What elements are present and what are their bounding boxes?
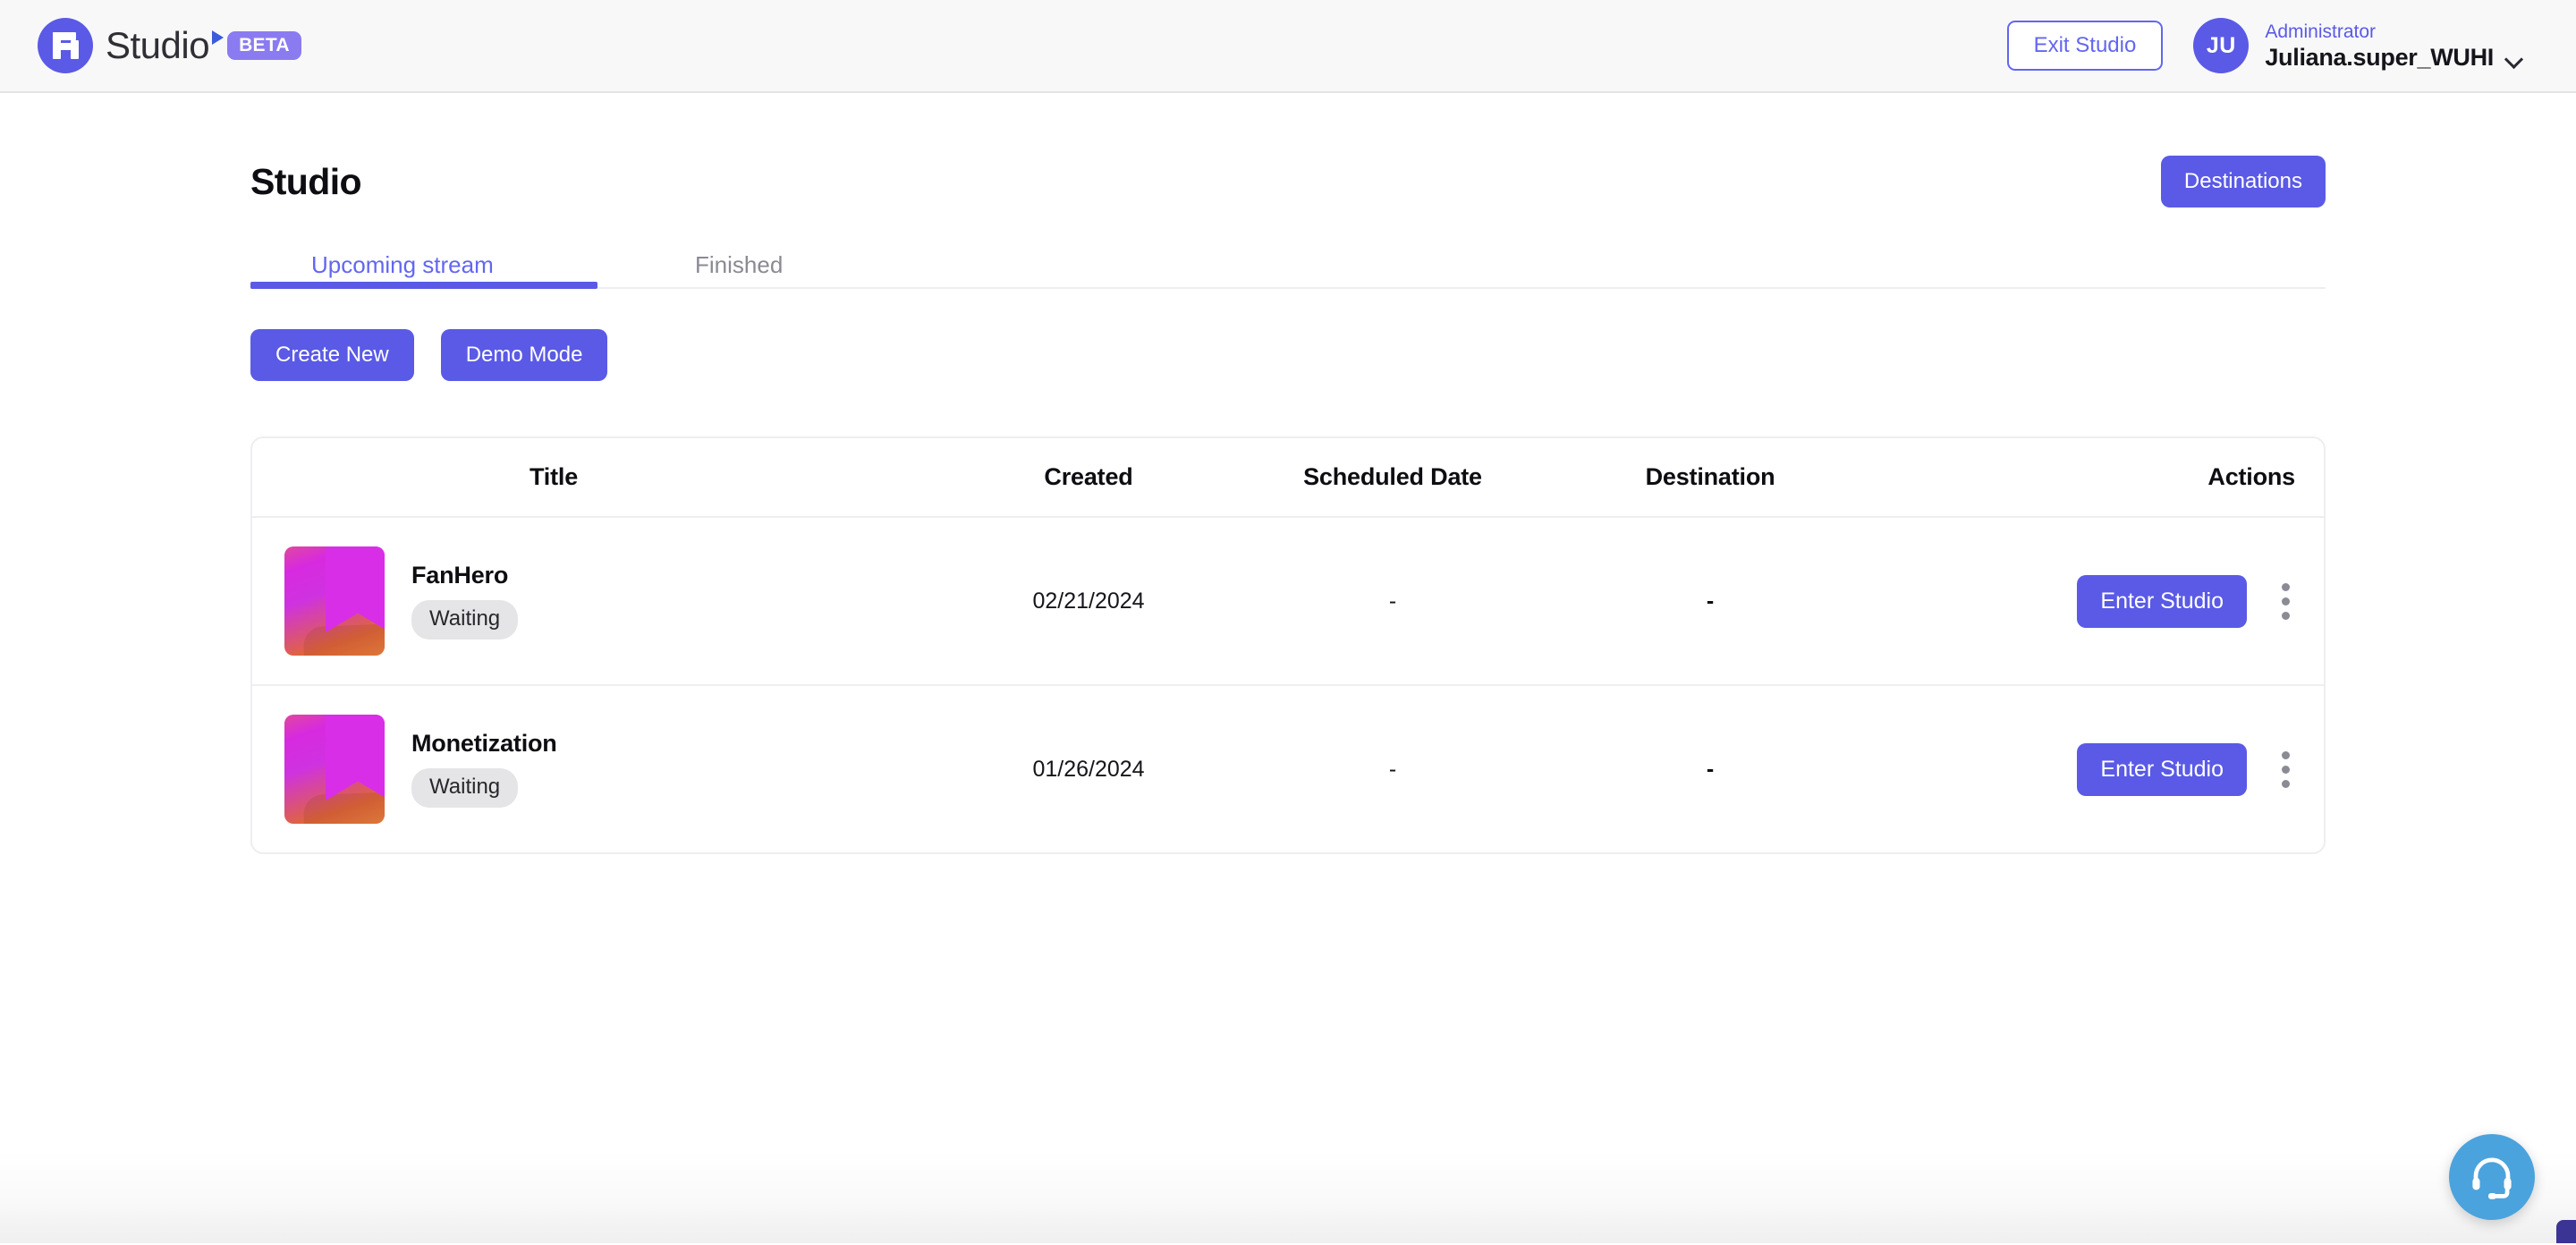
brand-wordmark: Studio — [106, 24, 224, 66]
page-body: Studio Destinations Upcoming stream Fini… — [0, 93, 2576, 1243]
more-options-icon[interactable] — [2270, 744, 2301, 794]
cell-scheduled-date: - — [1236, 517, 1549, 685]
headset-icon — [2472, 1157, 2512, 1199]
user-meta: Administrator Juliana.super_WUHI — [2265, 21, 2524, 72]
fanhero-logo-icon — [38, 18, 93, 73]
stream-title: Monetization — [411, 729, 557, 757]
corner-marker — [2556, 1220, 2576, 1243]
stream-thumbnail — [284, 546, 385, 656]
cell-actions: Enter Studio — [1871, 517, 2324, 685]
table-header-row: Title Created Scheduled Date Destination… — [252, 438, 2324, 517]
cell-created: 01/26/2024 — [1032, 756, 1145, 782]
tab-finished[interactable]: Finished — [695, 253, 783, 276]
active-tab-indicator — [250, 282, 597, 289]
avatar: JU — [2193, 18, 2250, 73]
bottom-fade — [0, 1206, 2576, 1243]
table-header: Title Created Scheduled Date Destination… — [252, 438, 2324, 517]
brand-wordmark-text: Studio — [106, 24, 210, 66]
cell-created: 02/21/2024 — [1032, 588, 1145, 614]
user-menu[interactable]: JU Administrator Juliana.super_WUHI — [2193, 18, 2524, 73]
user-role-label: Administrator — [2265, 21, 2377, 42]
cell-destination: - — [1549, 517, 1871, 685]
content-container: Studio Destinations Upcoming stream Fini… — [250, 93, 2326, 854]
beta-badge: BETA — [227, 31, 301, 60]
demo-mode-button[interactable]: Demo Mode — [440, 329, 608, 381]
tab-upcoming-stream[interactable]: Upcoming stream — [311, 253, 494, 276]
destination-value: - — [1706, 756, 1715, 782]
top-navigation-bar: Studio BETA Exit Studio JU Administrator… — [0, 0, 2576, 93]
stream-thumbnail — [284, 715, 385, 824]
page-header-row: Studio Destinations — [250, 150, 2326, 213]
column-header-title: Title — [530, 463, 579, 490]
cell-title: Monetization Waiting — [252, 685, 941, 852]
cell-actions: Enter Studio — [1871, 685, 2324, 852]
column-header-scheduled: Scheduled Date — [1303, 463, 1482, 490]
stream-title: FanHero — [411, 561, 509, 589]
table-row: Monetization Waiting 01/26/2024 - - Ente… — [252, 685, 2324, 852]
column-header-created: Created — [1044, 463, 1133, 490]
tab-bar: Upcoming stream Finished — [250, 233, 2326, 289]
play-triangle-icon — [212, 30, 224, 45]
more-options-icon[interactable] — [2270, 576, 2301, 626]
table-body: FanHero Waiting 02/21/2024 - - Enter Stu… — [252, 517, 2324, 852]
cell-title: FanHero Waiting — [252, 517, 941, 685]
scheduled-date-value: - — [1388, 588, 1397, 614]
cell-destination: - — [1549, 685, 1871, 852]
cell-scheduled-date: - — [1236, 685, 1549, 852]
chevron-down-icon[interactable] — [2506, 53, 2524, 63]
create-new-button[interactable]: Create New — [250, 329, 414, 381]
column-header-destination: Destination — [1645, 463, 1775, 490]
status-badge: Waiting — [411, 767, 519, 808]
toolbar: Create New Demo Mode — [250, 329, 2326, 381]
top-bar-right-group: Exit Studio JU Administrator Juliana.sup… — [2006, 18, 2524, 73]
support-chat-button[interactable] — [2449, 1134, 2535, 1220]
scheduled-date-value: - — [1388, 756, 1397, 782]
enter-studio-button[interactable]: Enter Studio — [2077, 574, 2247, 628]
table-row: FanHero Waiting 02/21/2024 - - Enter Stu… — [252, 517, 2324, 685]
destination-value: - — [1706, 588, 1715, 614]
enter-studio-button[interactable]: Enter Studio — [2077, 742, 2247, 796]
status-badge: Waiting — [411, 599, 519, 639]
brand-logo[interactable]: Studio BETA — [38, 18, 301, 73]
streams-table: Title Created Scheduled Date Destination… — [252, 438, 2324, 852]
page-title: Studio — [250, 160, 362, 202]
user-name-label: Juliana.super_WUHI — [2265, 43, 2494, 71]
user-name-row: Juliana.super_WUHI — [2265, 43, 2524, 72]
column-header-actions: Actions — [2207, 463, 2295, 490]
exit-studio-button[interactable]: Exit Studio — [2006, 21, 2164, 71]
streams-table-card: Title Created Scheduled Date Destination… — [250, 436, 2326, 854]
destinations-button[interactable]: Destinations — [2160, 156, 2326, 208]
